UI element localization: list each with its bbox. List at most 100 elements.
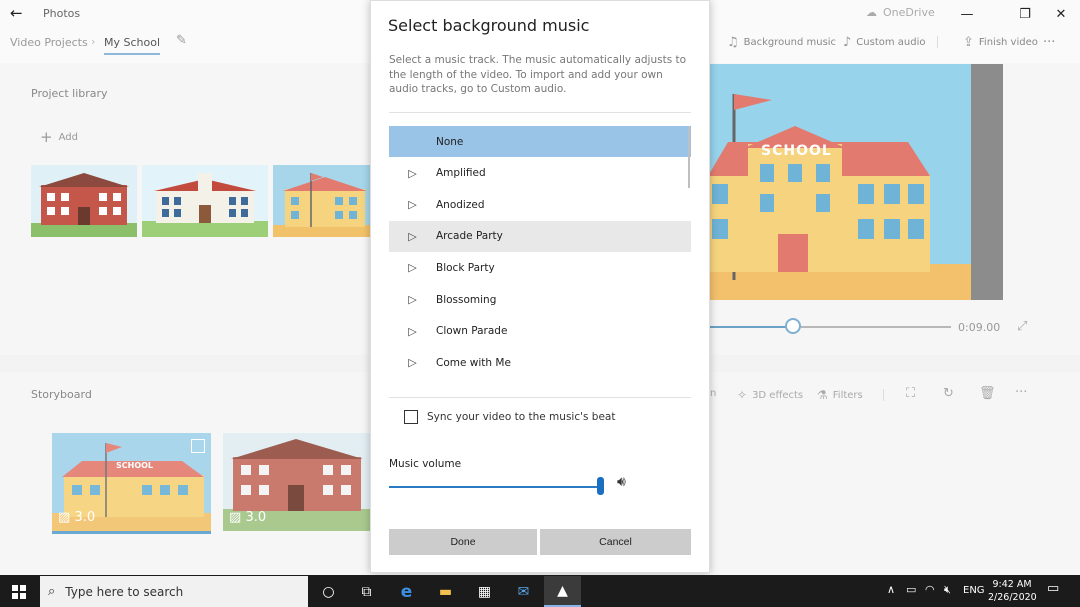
storyboard-title: Storyboard bbox=[31, 388, 92, 401]
search-placeholder: Type here to search bbox=[65, 584, 184, 599]
back-arrow-icon[interactable]: ← bbox=[10, 4, 26, 22]
music-volume-slider[interactable] bbox=[389, 486, 601, 488]
music-track-item[interactable]: ▷ Amplified bbox=[389, 158, 691, 189]
seek-bar-thumb[interactable] bbox=[785, 318, 802, 334]
rotate-icon[interactable]: ↻ bbox=[943, 386, 954, 401]
play-icon[interactable]: ▷ bbox=[389, 167, 436, 180]
track-list-scrollbar[interactable] bbox=[688, 126, 690, 188]
music-track-item[interactable]: ▷ Arcade Party bbox=[389, 220, 691, 252]
dialog-divider-top bbox=[389, 112, 691, 113]
wifi-icon[interactable]: ◠ bbox=[925, 583, 935, 596]
play-icon[interactable]: ▷ bbox=[389, 325, 436, 338]
cancel-button[interactable]: Cancel bbox=[540, 529, 691, 555]
storyboard-card-2[interactable]: ▨ 3.0 bbox=[223, 433, 370, 531]
task-view-icon[interactable]: ⧉ bbox=[348, 576, 385, 607]
card-duration-badge: ▨ 3.0 bbox=[58, 510, 95, 525]
clock-time: 9:42 AM bbox=[992, 579, 1032, 590]
more-options-button[interactable]: ··· bbox=[1043, 35, 1055, 50]
music-track-item[interactable]: None bbox=[389, 126, 691, 157]
background-music-button[interactable]: ♫ Background music bbox=[727, 35, 836, 50]
speaker-icon[interactable]: 🔊︎ bbox=[617, 474, 626, 490]
school-sign-small: SCHOOL bbox=[116, 461, 154, 470]
play-icon[interactable]: ▷ bbox=[389, 230, 436, 243]
windows-start-icon[interactable] bbox=[0, 576, 37, 607]
music-track-name: Arcade Party bbox=[436, 230, 503, 243]
notifications-icon[interactable]: ▭ bbox=[1047, 581, 1059, 596]
music-track-item[interactable]: ▷ Blossoming bbox=[389, 284, 691, 315]
breadcrumb-root[interactable]: Video Projects bbox=[10, 36, 88, 49]
music-track-item[interactable]: ▷ Anodized bbox=[389, 189, 691, 220]
music-track-item[interactable]: ▷ Come with Me bbox=[389, 347, 691, 378]
chevron-up-icon[interactable]: ∧ bbox=[887, 583, 895, 596]
sync-beat-label: Sync your video to the music's beat bbox=[427, 411, 616, 423]
custom-audio-icon: ♪ bbox=[843, 35, 852, 50]
language-indicator[interactable]: ENG bbox=[963, 585, 985, 596]
background-music-label: Background music bbox=[743, 37, 837, 48]
music-track-item[interactable]: ▷ Clown Parade bbox=[389, 316, 691, 347]
video-duration: 0:09.00 bbox=[958, 321, 1001, 334]
mail-icon[interactable]: ✉ bbox=[505, 576, 542, 607]
filters-button[interactable]: ⚗ Filters bbox=[817, 388, 863, 402]
plus-icon: + bbox=[40, 128, 53, 146]
custom-audio-button[interactable]: ♪ Custom audio bbox=[843, 35, 926, 50]
chevron-right-icon: › bbox=[91, 35, 96, 48]
3d-effects-icon: ✧ bbox=[737, 388, 748, 402]
school-sign-text: SCHOOL bbox=[761, 143, 832, 159]
share-icon: ⇪ bbox=[963, 35, 974, 50]
store-icon[interactable]: ▦ bbox=[466, 576, 503, 607]
close-button[interactable]: ✕ bbox=[1038, 0, 1080, 28]
system-clock[interactable]: 9:42 AM 2/26/2020 bbox=[988, 578, 1037, 604]
project-library-title: Project library bbox=[31, 87, 108, 100]
library-thumbnail-2[interactable] bbox=[142, 165, 268, 237]
cloud-icon: ☁ bbox=[866, 6, 877, 19]
delete-icon[interactable]: 🗑 bbox=[979, 386, 996, 401]
resize-icon[interactable]: ⛶ bbox=[906, 386, 915, 401]
edge-icon[interactable]: e bbox=[388, 576, 425, 607]
music-track-name: Come with Me bbox=[436, 356, 511, 369]
play-icon[interactable]: ▷ bbox=[389, 198, 436, 211]
music-track-name: None bbox=[436, 135, 464, 148]
image-icon: ▨ bbox=[58, 510, 71, 525]
battery-icon[interactable]: ▭ bbox=[906, 583, 916, 596]
school-white-image bbox=[142, 165, 268, 237]
file-explorer-icon[interactable]: ▬ bbox=[427, 576, 464, 607]
finish-video-button[interactable]: ⇪ Finish video bbox=[963, 35, 1038, 50]
3d-effects-label: 3D effects bbox=[752, 389, 804, 401]
done-button[interactable]: Done bbox=[389, 529, 537, 555]
pencil-icon[interactable]: ✎ bbox=[176, 33, 187, 48]
storyboard-divider bbox=[883, 389, 884, 401]
dialog-title: Select background music bbox=[388, 16, 590, 35]
school-preview-image bbox=[708, 64, 1003, 300]
music-track-name: Clown Parade bbox=[436, 325, 508, 338]
play-icon[interactable]: ▷ bbox=[389, 293, 436, 306]
storyboard-tool-partial[interactable]: n bbox=[710, 388, 716, 399]
finish-video-label: Finish video bbox=[978, 37, 1038, 48]
music-track-name: Amplified bbox=[436, 167, 486, 180]
photos-app-icon[interactable]: ▲ bbox=[544, 576, 581, 607]
search-icon: ⌕ bbox=[48, 584, 56, 599]
cortana-icon[interactable]: ○ bbox=[310, 576, 347, 607]
music-volume-thumb[interactable] bbox=[597, 477, 604, 495]
card-duration: 3.0 bbox=[245, 510, 267, 525]
taskbar-search-box[interactable]: ⌕ Type here to search bbox=[40, 576, 308, 607]
volume-muted-icon[interactable]: 🔇︎ bbox=[944, 583, 951, 597]
clock-date: 2/26/2020 bbox=[988, 592, 1037, 603]
music-track-name: Block Party bbox=[436, 261, 495, 274]
library-thumbnail-1[interactable] bbox=[31, 165, 137, 237]
3d-effects-button[interactable]: ✧ 3D effects bbox=[737, 388, 803, 402]
music-track-name: Anodized bbox=[436, 198, 485, 211]
storyboard-more-icon[interactable]: ··· bbox=[1015, 385, 1027, 400]
video-preview[interactable]: SCHOOL bbox=[708, 64, 1003, 300]
music-track-item[interactable]: ▷ Block Party bbox=[389, 252, 691, 283]
library-thumbnail-3[interactable] bbox=[273, 165, 370, 237]
minimize-button[interactable]: — bbox=[944, 0, 990, 28]
video-edge bbox=[971, 64, 1003, 300]
fullscreen-icon[interactable]: ⤢ bbox=[1017, 319, 1027, 334]
play-icon[interactable]: ▷ bbox=[389, 261, 436, 274]
storyboard-card-1[interactable]: SCHOOL ▨ 3.0 bbox=[52, 433, 211, 534]
add-button[interactable]: + Add bbox=[40, 128, 78, 146]
card-select-checkbox[interactable] bbox=[191, 439, 205, 453]
sync-beat-checkbox[interactable] bbox=[404, 410, 418, 424]
onedrive-status[interactable]: ☁ OneDrive bbox=[866, 6, 935, 19]
play-icon[interactable]: ▷ bbox=[389, 356, 436, 369]
